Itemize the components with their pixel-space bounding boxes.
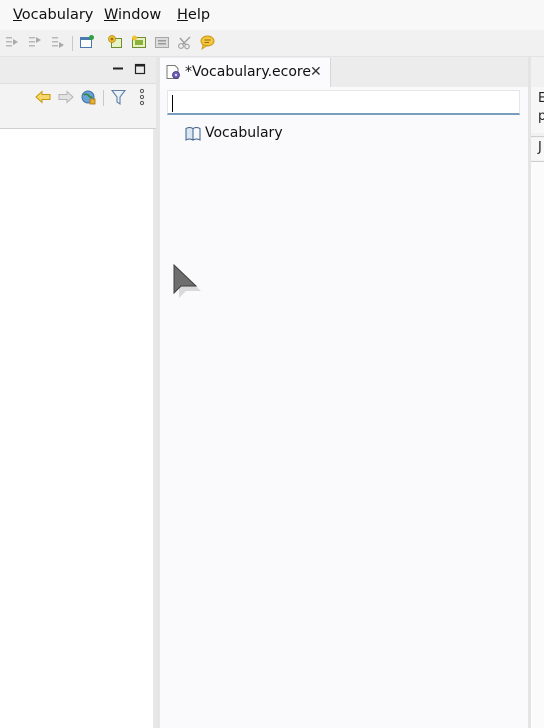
maximize-icon[interactable] (134, 63, 146, 75)
filter-icon[interactable] (111, 89, 126, 106)
main-toolbar (0, 30, 544, 57)
mouse-cursor-icon (173, 264, 201, 298)
add-child-icon[interactable] (108, 34, 124, 50)
tab-title: *Vocabulary.ecore (185, 64, 311, 80)
right-view-text: E (538, 91, 544, 106)
tree-item-label: Vocabulary (205, 125, 283, 141)
cut-icon[interactable] (177, 34, 193, 50)
left-view-header (0, 57, 156, 84)
add-sibling-icon[interactable] (131, 34, 147, 50)
ecore-file-icon (166, 65, 180, 79)
back-arrow-icon[interactable] (35, 90, 51, 104)
right-view-text: J (538, 140, 542, 155)
filter-input[interactable] (167, 90, 520, 115)
right-view-text: p (538, 109, 544, 124)
view-menu-icon[interactable] (138, 88, 146, 106)
link-with-editor-icon[interactable] (80, 89, 97, 106)
chat-icon[interactable] (199, 34, 215, 50)
minimize-icon[interactable] (112, 63, 124, 75)
new-file-icon[interactable] (154, 34, 170, 50)
menu-help[interactable]: Help (177, 7, 210, 23)
step-return-icon[interactable] (50, 34, 66, 50)
menu-window[interactable]: Window (104, 7, 161, 23)
package-icon (185, 127, 201, 141)
left-view-content[interactable] (0, 129, 153, 728)
step-into-icon[interactable] (4, 34, 20, 50)
right-view-row[interactable]: J (531, 138, 544, 160)
text-caret (172, 95, 173, 112)
close-icon[interactable]: ✕ (310, 64, 322, 80)
menu-bar: Vocabulary Window Help (0, 0, 544, 30)
left-view-toolbar (0, 84, 156, 112)
right-view-divider (531, 136, 544, 137)
toolbar-separator (103, 90, 104, 106)
new-diagram-icon[interactable] (79, 34, 95, 50)
editor-content (160, 87, 528, 728)
menu-vocabulary[interactable]: Vocabulary (13, 7, 93, 23)
right-view: E p J (531, 57, 544, 728)
toolbar-separator (72, 36, 73, 51)
right-view-content[interactable] (531, 162, 544, 728)
forward-arrow-icon[interactable] (58, 90, 74, 104)
step-over-icon[interactable] (27, 34, 43, 50)
right-view-header: E p (531, 87, 544, 133)
tab-vocabulary-ecore[interactable]: *Vocabulary.ecore ✕ (160, 58, 331, 87)
